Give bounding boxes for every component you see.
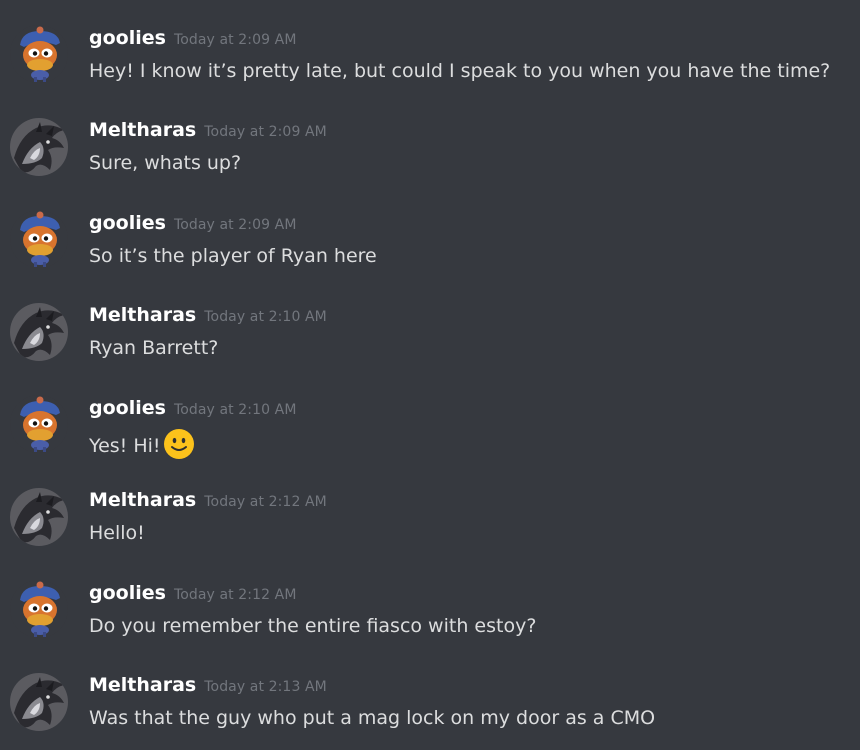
username[interactable]: goolies Today at 2:09 AM	[89, 26, 297, 52]
username-text[interactable]: Meltharas	[89, 489, 196, 511]
duck-with-blue-hat-icon[interactable]	[10, 580, 68, 638]
message-item: goolies Today at 2:09 AM So it’s the play…	[0, 210, 860, 303]
timestamp: Today at 2:13 AM	[204, 679, 327, 695]
message-text: Was that the guy who put a mag lock on m…	[89, 707, 656, 729]
message-text: Hey! I know it’s pretty late, but could …	[89, 60, 831, 82]
message-item: Meltharas Today at 2:13 AM Was that the g…	[0, 673, 860, 750]
message-text: Ryan Barrett?	[89, 337, 219, 359]
timestamp: Today at 2:09 AM	[173, 217, 297, 233]
slightly-smiling-face-icon	[163, 429, 194, 459]
username-text[interactable]: goolies	[89, 397, 166, 419]
message-item: goolies Today at 2:10 AM Yes! Hi!	[0, 395, 860, 488]
chat-messages: goolies Today at 2:09 AM Hey! I know it’s…	[0, 0, 860, 750]
username-text[interactable]: Meltharas	[89, 304, 196, 326]
timestamp: Today at 2:09 AM	[173, 32, 297, 48]
timestamp: Today at 2:10 AM	[173, 402, 297, 418]
username[interactable]: Meltharas Today at 2:13 AM	[89, 673, 327, 699]
message-text: So it’s the player of Ryan here	[89, 245, 377, 267]
message-item: Meltharas Today at 2:10 AM Ryan Barrett?	[0, 303, 860, 395]
username-text[interactable]: Meltharas	[89, 674, 196, 696]
duck-with-blue-hat-icon[interactable]	[10, 395, 68, 453]
message-text: Hello!	[89, 522, 145, 544]
duck-with-blue-hat-icon[interactable]	[10, 210, 68, 268]
dragon-icon[interactable]	[10, 303, 68, 361]
dragon-icon[interactable]	[10, 488, 68, 546]
username[interactable]: Meltharas Today at 2:12 AM	[89, 488, 327, 514]
dragon-icon[interactable]	[10, 673, 68, 731]
message-text: Sure, whats up?	[89, 152, 242, 174]
message-item: goolies Today at 2:09 AM Hey! I know it’s…	[0, 25, 860, 118]
username[interactable]: goolies Today at 2:10 AM	[89, 396, 297, 422]
timestamp: Today at 2:10 AM	[204, 309, 327, 325]
timestamp: Today at 2:12 AM	[204, 494, 327, 510]
message-text-body: Yes! Hi!	[89, 435, 161, 457]
username[interactable]: goolies Today at 2:09 AM	[89, 211, 297, 237]
timestamp: Today at 2:12 AM	[173, 587, 297, 603]
username[interactable]: goolies Today at 2:12 AM	[89, 581, 297, 607]
username-text[interactable]: goolies	[89, 212, 166, 234]
message-item: Meltharas Today at 2:09 AM Sure, whats up…	[0, 118, 860, 210]
timestamp: Today at 2:09 AM	[204, 124, 327, 140]
username[interactable]: Meltharas Today at 2:10 AM	[89, 303, 327, 329]
username[interactable]: Meltharas Today at 2:09 AM	[89, 118, 327, 144]
message-item: Meltharas Today at 2:12 AM Hello!	[0, 488, 860, 580]
message-text: Do you remember the entire fiasco with e…	[89, 615, 537, 637]
message-text: Yes! Hi!	[89, 428, 195, 460]
username-text[interactable]: Meltharas	[89, 119, 196, 141]
username-text[interactable]: goolies	[89, 27, 166, 49]
message-item: goolies Today at 2:12 AM Do you remember …	[0, 580, 860, 673]
duck-with-blue-hat-icon[interactable]	[10, 25, 68, 83]
username-text[interactable]: goolies	[89, 582, 166, 604]
dragon-icon[interactable]	[10, 118, 68, 176]
